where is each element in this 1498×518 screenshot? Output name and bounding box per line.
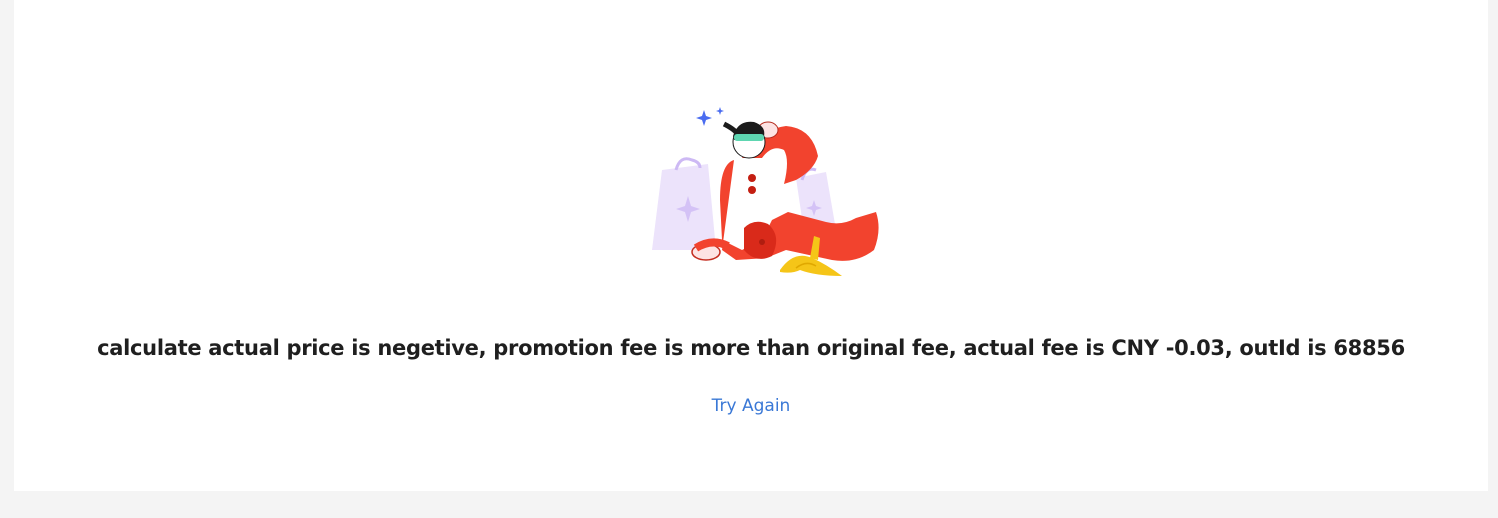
sparkle-icon (696, 110, 712, 126)
error-card: calculate actual price is negetive, prom… (14, 0, 1488, 491)
try-again-wrapper: Try Again (14, 393, 1488, 419)
sparkle-icon (716, 107, 724, 115)
try-again-link[interactable]: Try Again (712, 396, 791, 416)
error-message: calculate actual price is negetive, prom… (97, 336, 1405, 360)
slipped-on-banana-illustration (652, 107, 879, 276)
